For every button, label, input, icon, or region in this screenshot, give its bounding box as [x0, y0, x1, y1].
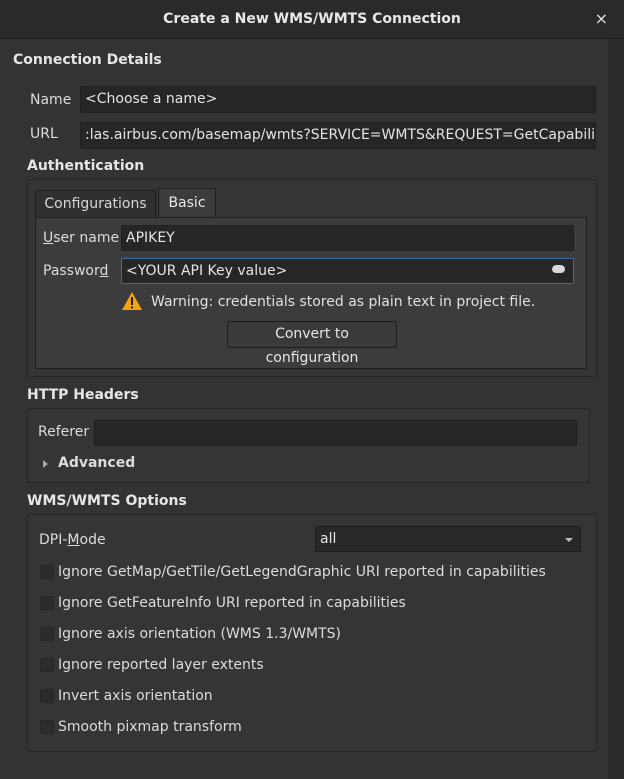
- name-label: Name: [30, 92, 72, 108]
- username-label: User name: [43, 230, 120, 246]
- basic-tab-panel: User name APIKEY Password <YOUR API Key …: [35, 217, 587, 369]
- dpi-mode-label: DPI-Mode: [39, 532, 106, 548]
- show-password-icon[interactable]: [552, 265, 565, 273]
- checkbox-ignore-getmap-uri[interactable]: [40, 565, 54, 579]
- name-field[interactable]: <Choose a name>: [80, 86, 596, 113]
- checkbox-label-ignore-layer-extents[interactable]: Ignore reported layer extents: [58, 657, 264, 673]
- convert-to-configuration-button[interactable]: Convert to configuration: [227, 321, 397, 366]
- checkbox-invert-axis-orientation[interactable]: [40, 689, 54, 703]
- advanced-toggle[interactable]: Advanced: [58, 455, 135, 471]
- referer-label: Referer: [38, 424, 90, 440]
- referer-field[interactable]: [94, 420, 577, 446]
- password-field[interactable]: <YOUR API Key value>: [121, 258, 574, 284]
- title-bar: Create a New WMS/WMTS Connection ×: [0, 0, 624, 39]
- checkbox-ignore-axis-orientation[interactable]: [40, 627, 54, 641]
- authentication-title: Authentication: [27, 158, 145, 174]
- http-headers-group: Referer Advanced: [27, 408, 590, 483]
- wms-options-title: WMS/WMTS Options: [27, 493, 187, 509]
- password-label: Password: [43, 263, 109, 279]
- wms-options-group: DPI-Mode all Ignore GetMap/GetTile/GetLe…: [27, 514, 597, 752]
- checkbox-ignore-layer-extents[interactable]: [40, 658, 54, 672]
- dpi-mode-select[interactable]: all: [315, 526, 581, 552]
- checkbox-label-smooth-pixmap-transform[interactable]: Smooth pixmap transform: [58, 719, 242, 735]
- tab-basic[interactable]: Basic: [158, 188, 216, 218]
- url-field[interactable]: :las.airbus.com/basemap/wmts?SERVICE=WMT…: [80, 122, 596, 149]
- checkbox-smooth-pixmap-transform[interactable]: [40, 720, 54, 734]
- connection-details-title: Connection Details: [13, 52, 162, 68]
- warning-icon: [122, 292, 142, 310]
- warning-text: Warning: credentials stored as plain tex…: [151, 294, 536, 310]
- dialog-content: Connection Details Name <Choose a name> …: [0, 39, 608, 779]
- url-label: URL: [30, 126, 58, 142]
- window-title: Create a New WMS/WMTS Connection: [163, 11, 461, 27]
- http-headers-title: HTTP Headers: [27, 387, 139, 403]
- close-icon[interactable]: ×: [595, 9, 608, 28]
- password-value: <YOUR API Key value>: [126, 263, 288, 279]
- checkbox-label-ignore-getfeatureinfo-uri[interactable]: Ignore GetFeatureInfo URI reported in ca…: [58, 595, 406, 611]
- checkbox-label-invert-axis-orientation[interactable]: Invert axis orientation: [58, 688, 213, 704]
- checkbox-label-ignore-axis-orientation[interactable]: Ignore axis orientation (WMS 1.3/WMTS): [58, 626, 341, 642]
- scrollbar-track[interactable]: [609, 39, 624, 779]
- dpi-mode-value: all: [320, 531, 337, 547]
- tab-configurations[interactable]: Configurations: [35, 190, 156, 218]
- checkbox-ignore-getfeatureinfo-uri[interactable]: [40, 596, 54, 610]
- chevron-down-icon: [565, 538, 573, 542]
- expand-arrow-icon[interactable]: [43, 460, 48, 468]
- checkbox-label-ignore-getmap-uri[interactable]: Ignore GetMap/GetTile/GetLegendGraphic U…: [58, 564, 546, 580]
- authentication-group: Configurations Basic User name APIKEY Pa…: [27, 179, 597, 377]
- username-field[interactable]: APIKEY: [121, 225, 574, 251]
